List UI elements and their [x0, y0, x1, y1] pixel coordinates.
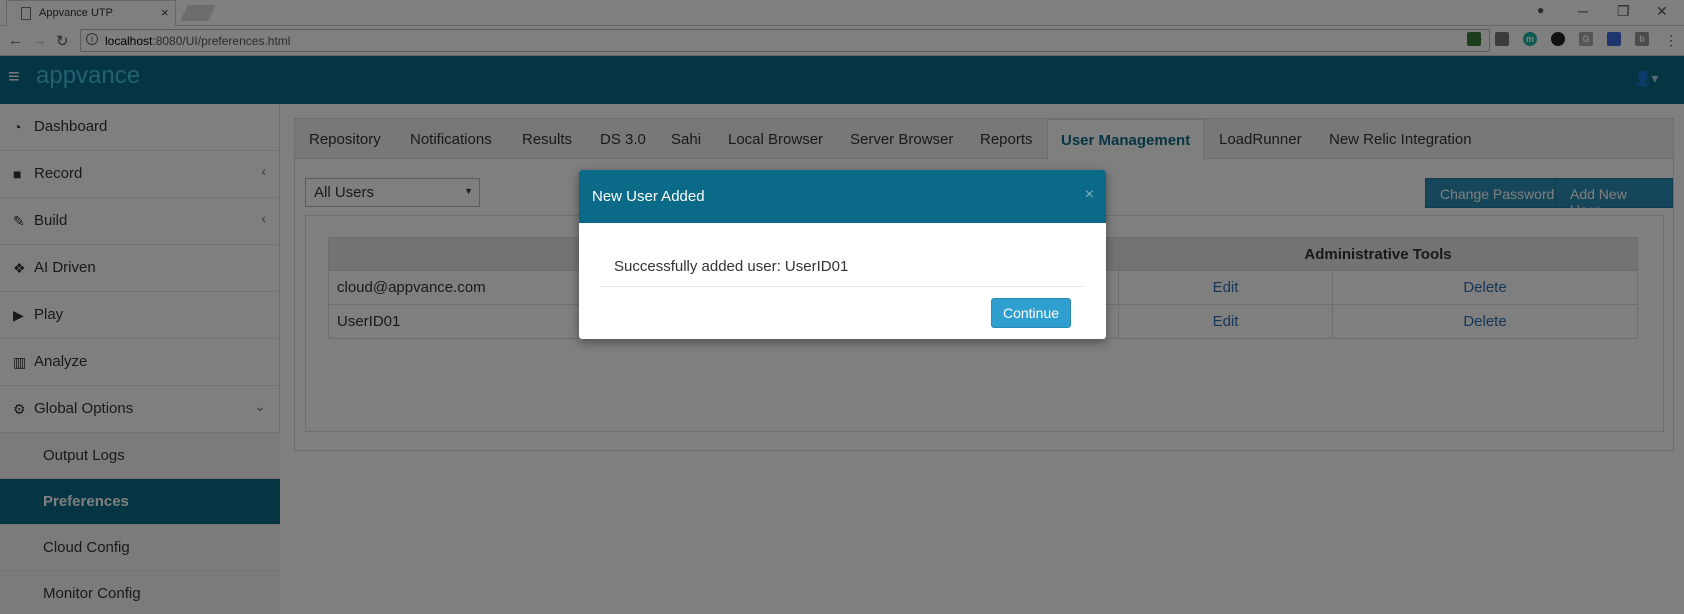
modal-message: Successfully added user: UserID01	[614, 258, 849, 275]
divider	[601, 286, 1084, 287]
modal-header: New User Added ×	[579, 170, 1106, 223]
close-icon[interactable]: ×	[1085, 186, 1094, 204]
modal-title: New User Added	[592, 188, 705, 205]
new-user-added-dialog: New User Added × Successfully added user…	[579, 170, 1106, 339]
continue-button[interactable]: Continue	[991, 298, 1071, 328]
